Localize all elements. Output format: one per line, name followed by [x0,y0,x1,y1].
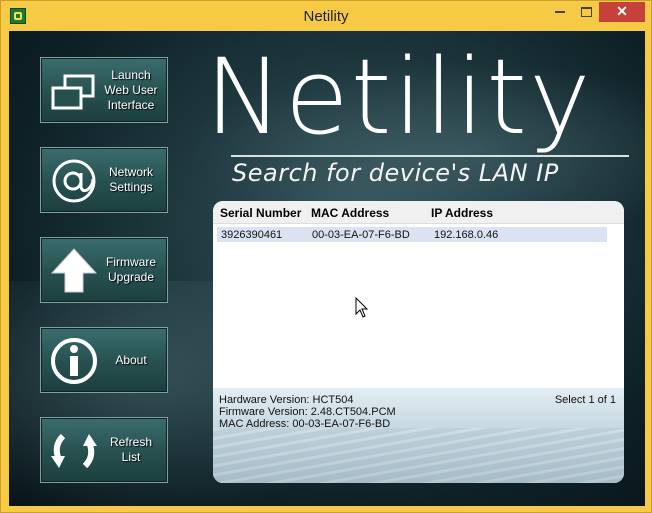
close-button[interactable]: ✕ [599,2,645,22]
device-ip: 192.168.0.46 [434,229,499,241]
firmware-version: Firmware Version: 2.48.CT504.PCM [219,406,396,418]
info-icon [51,338,97,384]
launch-web-ui-label: Launch Web User Interface [104,67,158,112]
firmware-upgrade-label: Firmware Upgrade [106,255,156,284]
netility-logo: Netility [205,45,635,155]
logo-tagline: Search for device's LAN IP [232,159,559,187]
logo-text: Netility [205,36,593,158]
maximize-icon [580,7,592,17]
maximize-button[interactable] [573,2,599,22]
device-panel: Serial Number MAC Address IP Address 392… [213,201,624,483]
column-ip-address[interactable]: IP Address [431,206,493,220]
selection-count: Select 1 of 1 [554,394,616,406]
hardware-version: Hardware Version: HCT504 [219,394,354,406]
title-bar[interactable]: Netility ✕ [1,1,651,31]
device-row[interactable]: 3926390461 00-03-EA-07-F6-BD 192.168.0.4… [217,227,607,242]
minimize-icon [555,11,565,13]
column-serial-number[interactable]: Serial Number [220,206,301,220]
refresh-list-label: Refresh List [109,435,153,464]
minimize-button[interactable] [547,2,573,22]
refresh-icon [51,433,97,469]
device-list-header: Serial Number MAC Address IP Address [213,201,624,224]
refresh-list-button[interactable]: Refresh List [40,417,168,483]
network-settings-label: Network Settings [108,165,153,194]
device-details: Hardware Version: HCT504 Firmware Versio… [213,388,624,483]
device-serial: 3926390461 [221,229,283,241]
upload-arrow-icon [50,248,98,293]
logo-divider [231,155,629,157]
mac-address: MAC Address: 00-03-EA-07-F6-BD [219,418,391,430]
network-settings-button[interactable]: Network Settings [40,147,168,213]
launch-web-ui-button[interactable]: Launch Web User Interface [40,57,168,123]
firmware-upgrade-button[interactable]: Firmware Upgrade [40,237,168,303]
device-mac: 00-03-EA-07-F6-BD [312,229,410,241]
app-background: Launch Web User Interface Network Settin… [9,31,645,506]
mouse-cursor-icon [355,297,369,318]
column-mac-address[interactable]: MAC Address [311,206,389,220]
windows-icon [51,74,95,110]
about-button[interactable]: About [40,327,168,393]
netility-window: Netility ✕ Launch Web User Interface Net… [0,0,652,513]
at-sign-icon [52,159,96,203]
about-label: About [115,352,147,367]
